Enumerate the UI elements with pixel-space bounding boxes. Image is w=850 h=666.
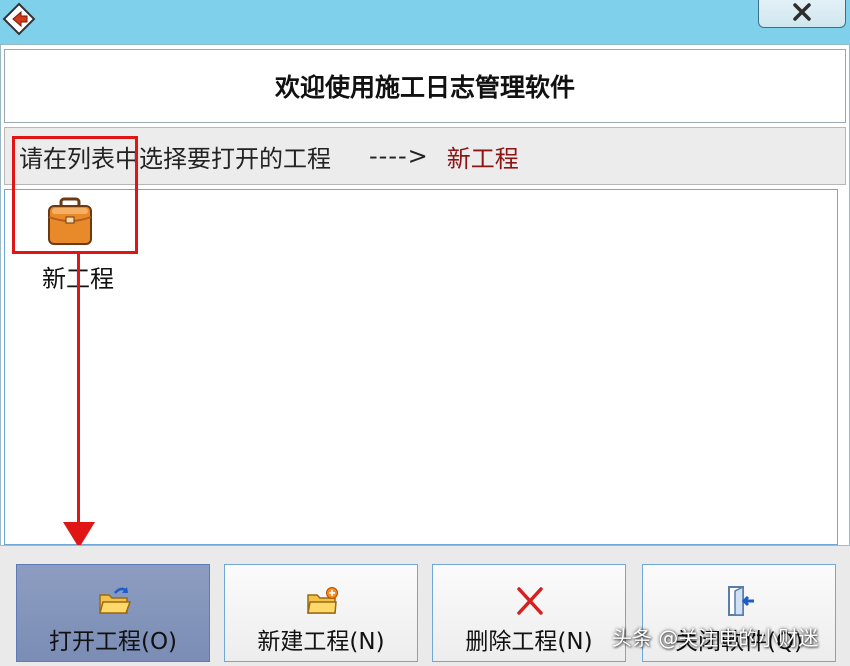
open-project-label: 打开工程(O) [48,629,178,655]
open-project-button[interactable]: 打开工程(O) [16,564,210,662]
selection-highlight-box [12,136,138,254]
new-folder-icon [307,587,338,614]
annotation-arrow-line [77,254,80,526]
exit-door-icon [728,585,754,616]
close-button[interactable] [758,0,846,28]
welcome-title: 欢迎使用施工日志管理软件 [4,49,846,123]
instruction-arrow: ----> [369,142,429,170]
delete-project-label: 删除工程(N) [465,629,593,655]
title-bar [0,0,850,44]
delete-project-button[interactable]: 删除工程(N) [432,564,626,662]
selected-project-name: 新工程 [446,144,519,173]
delete-x-icon [517,587,543,615]
open-folder-icon [99,587,131,614]
new-project-button[interactable]: 新建工程(N) [224,564,418,662]
app-back-icon[interactable] [2,2,36,36]
new-project-label: 新建工程(N) [257,629,385,655]
watermark-text: 头条 @关注电的小财迷 [612,626,819,650]
close-icon [793,2,811,21]
